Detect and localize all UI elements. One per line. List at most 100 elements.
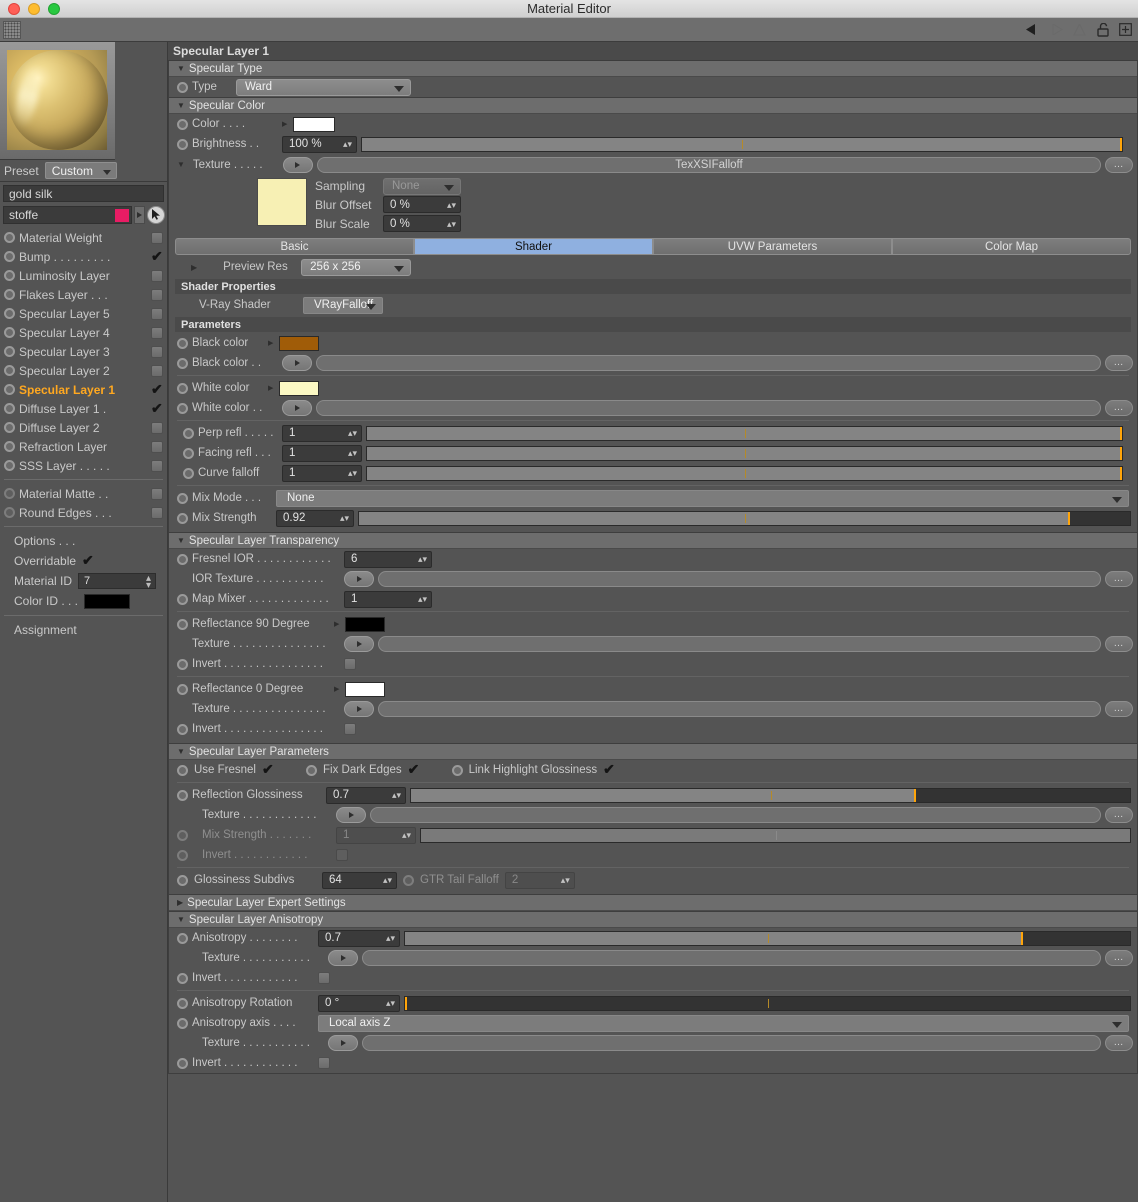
stepper-icon[interactable]: ▴▾ [340,511,349,526]
radio-icon[interactable] [177,402,188,414]
fix-dark-edges-checkbox[interactable] [408,761,420,778]
radio-icon[interactable] [177,1057,188,1069]
white-color-texture-options-button[interactable]: … [1105,400,1133,416]
anisotropy-texture-field[interactable] [362,950,1101,966]
reflectance-0-swatch[interactable] [345,681,386,697]
chevron-down-icon[interactable] [177,536,185,545]
texture-name-field[interactable]: TexXSIFalloff [316,156,1101,173]
texture-play-button[interactable] [282,156,313,173]
stepper-icon[interactable]: ▴▾ [386,931,395,946]
anisotropy-axis-dropdown[interactable]: Local axis Z [318,1014,1129,1032]
reflectance-90-invert-checkbox[interactable] [344,658,356,670]
tab-basic[interactable]: Basic [175,238,414,255]
expand-arrow-icon[interactable]: ▶ [334,685,339,693]
anisotropy-texture-options-button[interactable]: … [1105,950,1133,966]
radio-icon[interactable] [177,972,188,984]
group-header-specular-color[interactable]: Specular Color [169,98,1137,114]
material-preview[interactable] [0,42,115,160]
layer-checkbox[interactable] [151,269,163,282]
sidebar-item-refraction-layer[interactable]: Refraction Layer [0,437,167,456]
layer-checkbox[interactable] [151,506,163,519]
forward-arrow-icon[interactable] [1048,21,1065,38]
group-header-specular-type[interactable]: Specular Type [169,61,1137,77]
white-color-swatch[interactable] [279,380,320,396]
sidebar-item-bump[interactable]: Bump . . . . . . . . . [0,247,167,266]
stepper-icon[interactable]: ▴▾ [348,466,357,481]
mix-strength-input[interactable]: 0.92 ▴▾ [276,509,354,527]
stepper-icon[interactable]: ▴▾ [386,996,395,1011]
reflectance-0-invert-checkbox[interactable] [344,723,356,735]
stepper-icon[interactable]: ▴▾ [392,788,401,803]
black-color-texture-options-button[interactable]: … [1105,355,1133,371]
group-expand-arrow-icon[interactable] [134,205,145,224]
material-id-input[interactable]: 7 ▴ ▾ [78,573,157,591]
up-arrow-icon[interactable] [1071,21,1088,38]
stepper-icon[interactable]: ▴▾ [447,216,456,231]
layer-checkbox[interactable] [151,381,163,398]
toolbar-grip-handle[interactable] [3,20,21,39]
radio-icon[interactable] [177,138,188,150]
group-header-transparency[interactable]: Specular Layer Transparency [169,533,1137,549]
reflectance-90-texture-play-button[interactable] [344,636,374,652]
layer-checkbox[interactable] [151,288,163,301]
radio-icon[interactable] [4,346,15,357]
sidebar-item-specular-layer-4[interactable]: Specular Layer 4 [0,323,167,342]
stepper-icon[interactable]: ▴▾ [348,446,357,461]
anisotropy-slider[interactable] [404,930,1131,946]
blur-scale-input[interactable]: 0 % ▴▾ [383,215,461,232]
black-color-texture-play-button[interactable] [282,355,312,371]
radio-icon[interactable] [4,403,15,414]
radio-icon[interactable] [4,270,15,281]
layer-checkbox[interactable] [151,364,163,377]
radio-icon[interactable] [4,507,15,518]
ior-texture-field[interactable] [378,571,1101,587]
sidebar-item-flakes-layer[interactable]: Flakes Layer . . . [0,285,167,304]
sidebar-item-diffuse-layer-2[interactable]: Diffuse Layer 2 [0,418,167,437]
white-color-texture-field[interactable] [316,400,1101,416]
radio-icon[interactable] [177,593,188,605]
sidebar-item-specular-layer-2[interactable]: Specular Layer 2 [0,361,167,380]
assignment-row[interactable]: Assignment [0,620,167,640]
anisotropy-rotation-input[interactable]: 0 ° ▴▾ [318,994,400,1012]
radio-icon[interactable] [177,118,188,130]
brightness-input[interactable]: 100 % ▴▾ [282,135,357,153]
sidebar-item-material-weight[interactable]: Material Weight [0,228,167,247]
radio-icon[interactable] [177,723,188,735]
radio-icon[interactable] [4,365,15,376]
glossiness-texture-field[interactable] [370,807,1101,823]
curve-falloff-slider[interactable] [366,465,1123,481]
reflectance-0-texture-play-button[interactable] [344,701,374,717]
glossiness-texture-play-button[interactable] [336,807,366,823]
perp-refl-input[interactable]: 1 ▴▾ [282,424,362,442]
anisotropy-axis-texture-field[interactable] [362,1035,1101,1051]
layer-checkbox[interactable] [151,307,163,320]
stepper-icon[interactable]: ▴▾ [146,574,151,591]
radio-icon[interactable] [4,422,15,433]
radio-icon[interactable] [177,512,188,524]
ior-texture-options-button[interactable]: … [1105,571,1133,587]
brightness-slider[interactable] [361,136,1123,152]
radio-icon[interactable] [451,764,463,776]
expand-arrow-icon[interactable]: ▶ [268,339,273,347]
radio-icon[interactable] [177,764,188,776]
radio-icon[interactable] [177,357,188,369]
radio-icon[interactable] [4,232,15,243]
fresnel-ior-input[interactable]: 6 ▴▾ [344,550,432,568]
group-header-anisotropy[interactable]: Specular Layer Anisotropy [169,912,1137,928]
radio-icon[interactable] [177,382,188,394]
sidebar-item-material-matte[interactable]: Material Matte . . [0,484,167,503]
ior-texture-play-button[interactable] [344,571,374,587]
layer-checkbox[interactable] [151,345,163,358]
link-highlight-glossiness-checkbox[interactable] [603,761,615,778]
radio-icon[interactable] [177,81,188,93]
stepper-icon[interactable]: ▴▾ [447,197,456,212]
options-title[interactable]: Options . . . [0,531,167,551]
stepper-icon[interactable]: ▴▾ [418,592,427,607]
material-name-input[interactable]: gold silk [3,185,164,202]
radio-icon[interactable] [4,460,15,471]
sidebar-item-specular-layer-5[interactable]: Specular Layer 5 [0,304,167,323]
texture-options-button[interactable]: … [1105,156,1133,173]
layer-checkbox[interactable] [151,421,163,434]
chevron-down-icon[interactable] [177,915,185,924]
sampling-dropdown[interactable]: None [383,177,461,195]
